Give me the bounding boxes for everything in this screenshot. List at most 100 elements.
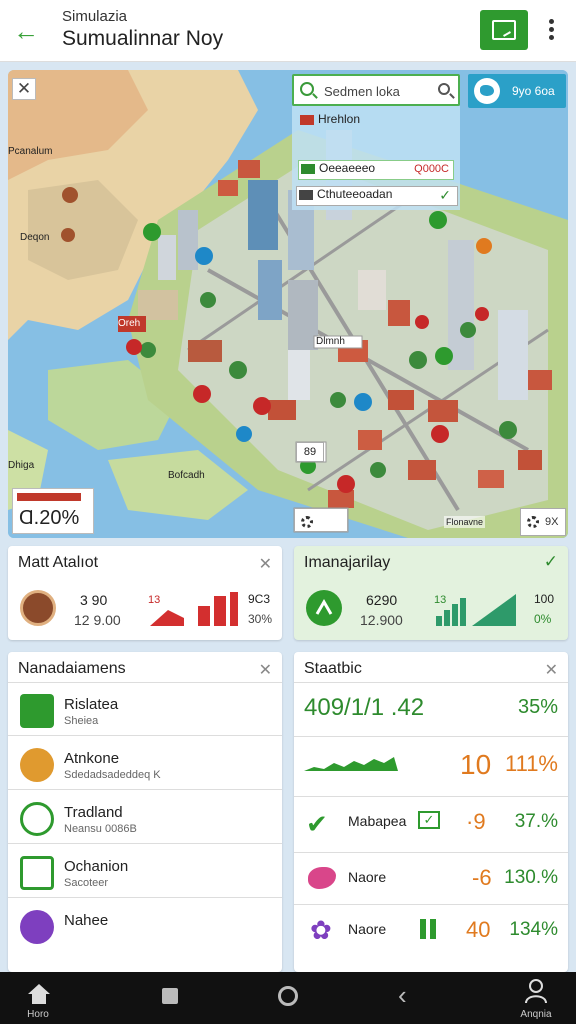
list-item[interactable]: Atnkone Sdedadsadeddeq K xyxy=(8,738,282,790)
mini-bar-chart xyxy=(436,594,516,626)
map-search-field[interactable]: Sedmen loka xyxy=(292,74,460,106)
value-secondary: 12 9.00 xyxy=(74,612,121,628)
map-close-button[interactable]: ✕ xyxy=(12,78,36,100)
list-item-subtitle: Sheiea xyxy=(64,715,99,727)
stat-label: Mabapea xyxy=(348,813,407,829)
stat-pct: 37.% xyxy=(514,811,558,832)
nav-label: Horo xyxy=(27,1009,49,1020)
flag-icon xyxy=(299,189,313,200)
percent-readout: Ɑ.20% xyxy=(12,488,94,534)
top-bar: ← Simulazia Sumualinnar Noy xyxy=(0,0,576,62)
screen-icon xyxy=(492,20,516,40)
map-label: Deqon xyxy=(20,232,50,243)
gear-icon: ✿ xyxy=(310,915,332,945)
card-list: Nanadaiamens ✕ Rislatea Sheiea Atnkone S… xyxy=(8,652,282,972)
card-title: Nanadaiamens xyxy=(18,660,126,677)
list-item-title: Atnkone xyxy=(64,750,120,767)
card-title: Imanajarilay xyxy=(304,554,391,571)
suggestion-item[interactable]: Cthuteeoadan ✓ xyxy=(296,186,458,206)
sparkline xyxy=(304,757,398,771)
stat-delta: ·9 xyxy=(466,809,486,834)
app-root: ← Simulazia Sumualinnar Noy ✕ Sedmen lok… xyxy=(0,0,576,1024)
card-title: Staatbic xyxy=(304,660,362,677)
checkbox-icon[interactable]: ✓ xyxy=(418,811,440,829)
nav-label: Anqnia xyxy=(520,1009,552,1020)
arrow-left-icon[interactable]: ← xyxy=(12,18,40,46)
nav-circle[interactable] xyxy=(258,972,318,1024)
map-label: Pcanalum xyxy=(8,146,53,157)
map-search-input[interactable]: Sedmen loka xyxy=(324,84,400,99)
divider xyxy=(294,682,568,683)
stat-pct: 130.% xyxy=(504,867,558,888)
bar-icon xyxy=(420,919,426,939)
search-suggestions: Hrehlon Oeeaeeeo Q000C Cthuteeoadan ✓ xyxy=(292,106,460,210)
mini-bar-chart xyxy=(150,592,238,626)
value-secondary: 12.900 xyxy=(360,612,403,628)
more-vertical-icon[interactable] xyxy=(540,16,562,46)
search-icon xyxy=(300,82,314,96)
map-settings-button[interactable] xyxy=(294,508,348,532)
value-primary: 3 90 xyxy=(80,592,108,608)
circle-icon xyxy=(278,986,298,1006)
user-icon xyxy=(525,979,547,1004)
list-item-title: Nahee xyxy=(64,912,109,929)
stat-row[interactable]: 10 111% xyxy=(294,736,568,788)
card-title: Matt Atalıot xyxy=(18,554,99,571)
stat-delta: 40 xyxy=(466,917,491,942)
close-icon[interactable]: ✕ xyxy=(259,554,272,574)
page-title: Sumualinnar Noy xyxy=(62,27,224,50)
map-label: Dlmnh xyxy=(316,336,345,347)
list-item[interactable]: Nahee xyxy=(8,900,282,952)
close-icon[interactable]: ✕ xyxy=(259,660,272,680)
stat-row[interactable]: Naore -6 130.% xyxy=(294,852,568,904)
card-management[interactable]: Imanajarilay ✓ 6290 12.900 13 100 0% xyxy=(294,546,568,640)
document-icon xyxy=(20,694,54,728)
stat-pct: 134% xyxy=(509,919,558,940)
value-right-bottom: 0% xyxy=(534,612,552,626)
square-icon xyxy=(162,988,178,1004)
zoom-control[interactable]: 9X xyxy=(520,508,566,536)
list-item[interactable]: Ochanion Sacoteer xyxy=(8,846,282,898)
map-label: Oreh xyxy=(118,318,141,329)
card-market[interactable]: Matt Atalıot ✕ 3 90 12 9.00 13 9C3 30% xyxy=(8,546,282,640)
nav-back[interactable]: ‹ xyxy=(376,972,436,1024)
map-label: Bofcadh xyxy=(168,470,205,481)
suggestion-item[interactable]: Oeeaeeeo Q000C xyxy=(298,160,454,180)
list-item[interactable]: Tradland Neansu 0086B xyxy=(8,792,282,844)
map-tag: Flonavne xyxy=(444,516,486,528)
screen-button[interactable] xyxy=(480,10,528,50)
value-right-bottom: 30% xyxy=(248,612,273,626)
map-view[interactable]: ✕ Sedmen loka Hrehlon Oeeaeeeo Q000C Cth… xyxy=(8,70,568,538)
list-item-title: Rislatea xyxy=(64,696,119,713)
grid-icon xyxy=(20,802,54,836)
close-icon[interactable]: ✕ xyxy=(545,660,558,680)
suggestion-item[interactable]: Hrehlon xyxy=(298,112,360,132)
list-item[interactable]: Rislatea Sheiea xyxy=(8,684,282,736)
nav-home[interactable]: Horo xyxy=(8,972,68,1024)
flag-icon xyxy=(300,114,314,125)
list-item-title: Tradland xyxy=(64,804,123,821)
blob-icon xyxy=(308,867,336,889)
stat-pct: 111% xyxy=(504,751,558,776)
map-label: Dhiga xyxy=(8,460,35,471)
stat-delta: 10 xyxy=(460,749,492,780)
value-right-top: 9C3 xyxy=(248,592,271,606)
check-icon[interactable]: ✓ xyxy=(544,552,558,572)
gear-icon xyxy=(527,516,539,528)
stat-row[interactable]: ✿ Naore 40 134% xyxy=(294,904,568,956)
weather-text: 9yo 6oa xyxy=(512,84,555,98)
stat-row[interactable]: ✔ Mabapea ✓ ·9 37.% xyxy=(294,796,568,848)
basket-icon xyxy=(20,748,54,782)
nav-square[interactable] xyxy=(140,972,200,1024)
list-item-subtitle: Sacoteer xyxy=(64,877,109,889)
app-subtitle: Simulazia xyxy=(62,8,128,25)
chevron-left-icon: ‹ xyxy=(398,980,407,1010)
list-item-subtitle: Sdedadsadeddeq K xyxy=(64,769,161,781)
weather-chip[interactable]: 9yo 6oa xyxy=(468,74,566,108)
stat-headline: 409/1/1 .42 xyxy=(304,694,425,721)
check-mark-icon: ✔ xyxy=(306,809,328,839)
map-control-button[interactable]: 89 xyxy=(296,442,324,462)
nav-account[interactable]: Anqnia xyxy=(506,972,566,1024)
puzzle-icon xyxy=(20,910,54,944)
magnifier-icon[interactable] xyxy=(438,83,450,95)
